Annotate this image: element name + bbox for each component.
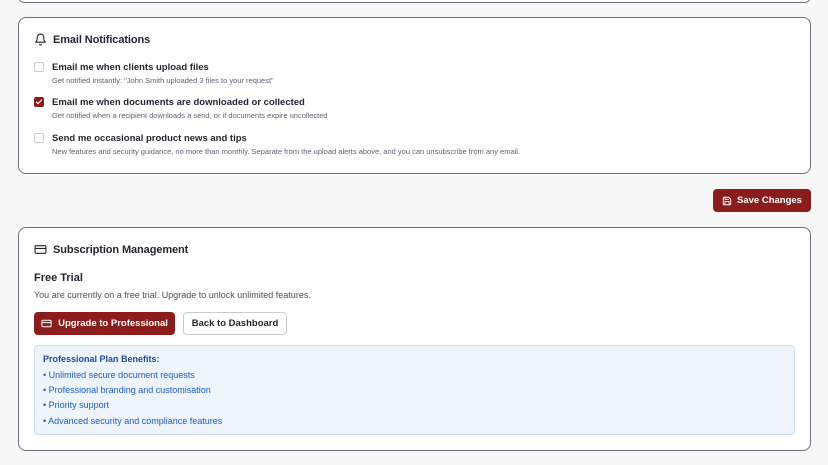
- professional-benefits-box: Professional Plan Benefits: • Unlimited …: [34, 345, 795, 435]
- email-notifications-title: Email Notifications: [53, 33, 151, 46]
- checkmark-icon: [35, 99, 43, 105]
- credit-card-icon: [41, 318, 52, 329]
- plan-name: Free Trial: [34, 272, 83, 284]
- subscription-management-card: Subscription Management Free Trial You a…: [18, 227, 811, 451]
- benefit-item: • Unlimited secure document requests: [43, 370, 195, 380]
- product-news-checkbox[interactable]: [34, 133, 44, 143]
- previous-settings-card: [18, 0, 811, 3]
- product-news-label: Send me occasional product news and tips: [52, 133, 247, 144]
- bell-icon: [34, 33, 47, 46]
- subscription-title: Subscription Management: [53, 243, 189, 256]
- benefit-item: • Professional branding and customisatio…: [43, 385, 211, 396]
- benefits-list: • Unlimited secure document requests • P…: [43, 368, 786, 429]
- upgrade-label: Upgrade to Professional: [58, 318, 168, 329]
- benefits-title: Professional Plan Benefits:: [43, 354, 160, 364]
- clients-upload-label: Email me when clients upload files: [52, 62, 209, 73]
- documents-downloaded-label: Email me when documents are downloaded o…: [52, 97, 305, 108]
- email-notifications-header: Email Notifications: [34, 33, 150, 46]
- save-changes-button[interactable]: Save Changes: [713, 189, 811, 212]
- back-to-dashboard-button[interactable]: Back to Dashboard: [183, 312, 287, 335]
- documents-downloaded-description: Get notified when a recipient downloads …: [52, 111, 328, 120]
- option-product-news: Send me occasional product news and tips…: [34, 132, 520, 157]
- product-news-description: New features and security guidance, no m…: [52, 147, 521, 156]
- credit-card-icon: [34, 243, 47, 256]
- plan-description: You are currently on a free trial. Upgra…: [34, 290, 311, 300]
- clients-upload-description: Get notified instantly: "John Smith uplo…: [52, 76, 274, 85]
- benefit-item: • Priority support: [43, 400, 110, 411]
- documents-downloaded-checkbox[interactable]: [34, 97, 44, 107]
- save-disk-icon: [722, 196, 732, 206]
- clients-upload-checkbox[interactable]: [34, 62, 44, 72]
- option-clients-upload: Email me when clients upload files Get n…: [34, 61, 274, 86]
- email-notifications-card: Email Notifications Email me when client…: [18, 17, 811, 174]
- option-documents-downloaded: Email me when documents are downloaded o…: [34, 96, 328, 121]
- subscription-header: Subscription Management: [34, 243, 188, 256]
- upgrade-to-professional-button[interactable]: Upgrade to Professional: [34, 312, 175, 335]
- save-changes-label: Save Changes: [737, 195, 802, 206]
- benefit-item: • Advanced security and compliance featu…: [43, 415, 223, 426]
